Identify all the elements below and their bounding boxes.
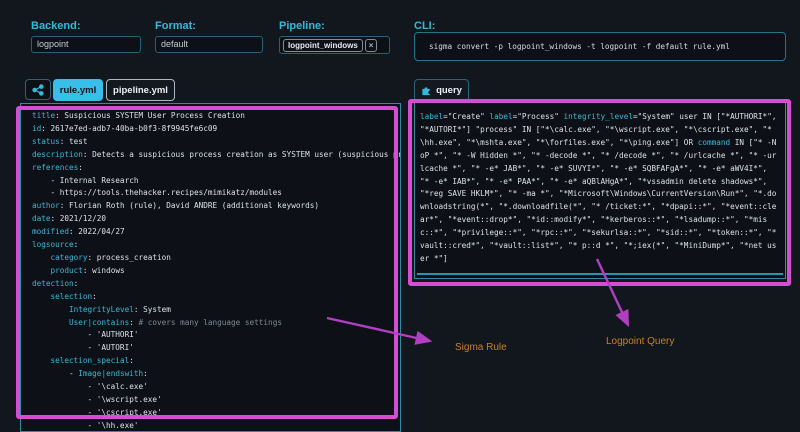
tab-rule-yml[interactable]: rule.yml	[53, 79, 103, 101]
query-output[interactable]: label="Create" label="Process" integrity…	[414, 102, 786, 279]
query-code: label="Create" label="Process" integrity…	[420, 111, 779, 266]
backend-label: Backend:	[31, 20, 81, 32]
code-line: - 'AUTHORI'	[32, 329, 400, 342]
cli-label: CLI:	[414, 20, 435, 32]
rule-code: title: Suspicious SYSTEM User Process Cr…	[32, 110, 400, 432]
code-line: modified: 2022/04/27	[32, 226, 400, 239]
code-line: logsource:	[32, 239, 400, 252]
code-line: references:	[32, 162, 400, 175]
sigma-rule-label: Sigma Rule	[455, 342, 507, 353]
share-icon	[32, 84, 44, 96]
code-line: - Image|endswith:	[32, 368, 400, 381]
pipeline-tag: logpoint_windows	[283, 39, 363, 52]
code-line: date: 2021/12/20	[32, 213, 400, 226]
logpoint-query-label: Logpoint Query	[606, 336, 674, 347]
rule-editor[interactable]: title: Suspicious SYSTEM User Process Cr…	[20, 103, 401, 432]
code-line: description: Detects a suspicious proces…	[32, 149, 400, 162]
backend-input[interactable]: logpoint	[31, 36, 141, 53]
code-line: title: Suspicious SYSTEM User Process Cr…	[32, 110, 400, 123]
code-line: - Internal Research	[32, 175, 400, 188]
code-line: category: process_creation	[32, 252, 400, 265]
tab-query-label: query	[436, 85, 462, 96]
tab-query[interactable]: query	[414, 79, 469, 101]
code-line: - '\cscript.exe'	[32, 407, 400, 420]
pipeline-tag-remove-button[interactable]: ×	[365, 39, 378, 52]
code-line: - 'AUTORI'	[32, 342, 400, 355]
code-line: author: Florian Roth (rule), David ANDRE…	[32, 200, 400, 213]
pipeline-label: Pipeline:	[279, 20, 325, 32]
format-label: Format:	[155, 20, 196, 32]
code-line: detection:	[32, 278, 400, 291]
format-input[interactable]: default	[155, 36, 263, 53]
code-line: - '\wscript.exe'	[32, 394, 400, 407]
code-line: status: test	[32, 136, 400, 149]
code-line: - '\calc.exe'	[32, 381, 400, 394]
tab-pipeline-yml-label: pipeline.yml	[113, 85, 168, 96]
tab-pipeline-yml[interactable]: pipeline.yml	[106, 79, 175, 101]
code-line: - '\hh.exe'	[32, 420, 400, 432]
code-line: selection:	[32, 291, 400, 304]
cli-input[interactable]: sigma convert -p logpoint_windows -t log…	[414, 32, 786, 61]
query-scrollbar[interactable]	[417, 273, 783, 275]
pipeline-input[interactable]: logpoint_windows ×	[279, 36, 390, 54]
tab-rule-yml-label: rule.yml	[60, 85, 96, 96]
code-line: id: 2617e7ed-adb7-40ba-b0f3-8f9945fe6c09	[32, 123, 400, 136]
code-line: User|contains: # covers many language se…	[32, 317, 400, 330]
puzzle-icon	[421, 85, 432, 96]
code-line: IntegrityLevel: System	[32, 304, 400, 317]
code-line: - https://tools.thehacker.recipes/mimika…	[32, 187, 400, 200]
share-button[interactable]	[25, 79, 51, 100]
code-line: selection_special:	[32, 355, 400, 368]
code-line: product: windows	[32, 265, 400, 278]
